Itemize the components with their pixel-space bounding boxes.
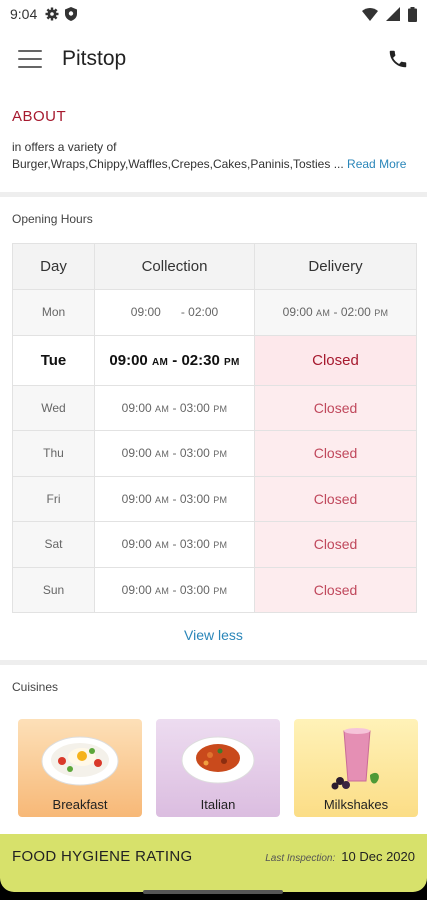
signal-icon [386, 7, 400, 21]
battery-icon [408, 6, 417, 22]
day-cell: Wed [12, 384, 95, 431]
day-cell: Thu [12, 430, 95, 477]
delivery-closed-cell: Closed [254, 566, 417, 613]
table-row: Wed 09:00 AM - 03:00 PM Closed [12, 384, 417, 431]
header-collection: Collection [94, 243, 255, 290]
cuisine-label: Milkshakes [323, 797, 389, 812]
day-cell: Tue [12, 334, 95, 386]
collection-cell: 09:00 AM - 03:00 PM [94, 430, 255, 477]
table-row: Thu 09:00 AM - 03:00 PM Closed [12, 430, 417, 477]
section-divider [0, 192, 427, 197]
header-delivery: Delivery [254, 243, 417, 290]
day-cell: Fri [12, 475, 95, 522]
cuisines-list: Breakfast Italian Milkshakes [18, 719, 418, 817]
about-heading: ABOUT [12, 108, 67, 125]
about-section: ABOUT in offers a variety of Burger,Wrap… [12, 108, 417, 173]
last-inspection-date: 10 Dec 2020 [341, 848, 415, 864]
breakfast-plate-icon [41, 736, 119, 786]
delivery-closed-cell: Closed [254, 384, 417, 431]
page-title: Pitstop [62, 47, 127, 70]
cuisine-label: Italian [200, 797, 236, 812]
cuisines-title: Cuisines [12, 680, 59, 694]
day-cell: Mon [12, 289, 95, 336]
system-nav-bar [0, 878, 427, 900]
food-hygiene-bar[interactable]: FOOD HYGIENE RATING Last Inspection: 10 … [0, 834, 427, 878]
table-row: Fri 09:00 AM - 03:00 PM Closed [12, 475, 417, 522]
delivery-closed-cell: Closed [254, 475, 417, 522]
cuisine-card-milkshakes[interactable]: Milkshakes [294, 719, 418, 817]
delivery-closed-cell: Closed [254, 430, 417, 477]
delivery-cell: 09:00 AM - 02:00 PM [254, 289, 417, 336]
hygiene-title: FOOD HYGIENE RATING [12, 847, 193, 865]
app-bar: Pitstop [0, 28, 427, 90]
wifi-icon [362, 7, 378, 21]
table-row: Sat 09:00 AM - 03:00 PM Closed [12, 521, 417, 568]
phone-icon[interactable] [387, 48, 409, 70]
last-inspection-label: Last Inspection: [265, 852, 336, 864]
home-gesture-pill[interactable] [143, 890, 283, 894]
collection-cell: 09:00 AM - 03:00 PM [94, 521, 255, 568]
collection-cell: 09:00 AM - 03:00 PM [94, 475, 255, 522]
collection-cell: 09:00 AM - 02:30 PM [94, 334, 255, 386]
view-less-link[interactable]: View less [0, 627, 427, 643]
about-line-2: Burger,Wraps,Chippy,Waffles,Crepes,Cakes… [12, 157, 344, 171]
status-time: 9:04 [10, 6, 38, 22]
opening-hours-title: Opening Hours [12, 212, 93, 226]
table-row: Sun 09:00 AM - 03:00 PM Closed [12, 566, 417, 613]
about-description: in offers a variety of Burger,Wraps,Chip… [12, 139, 417, 173]
shield-icon [65, 7, 78, 21]
opening-hours-table: Day Collection Delivery Mon 09:00 - 02:0… [12, 243, 417, 613]
read-more-link[interactable]: Read More [347, 157, 406, 171]
day-cell: Sun [12, 566, 95, 613]
pasta-plate-icon [181, 736, 255, 784]
collection-cell: 09:00 - 02:00 [94, 289, 255, 336]
table-row: Mon 09:00 - 02:00 09:00 AM - 02:00 PM [12, 289, 417, 336]
milkshake-glass-icon [331, 728, 379, 790]
section-divider [0, 660, 427, 665]
day-cell: Sat [12, 521, 95, 568]
collection-cell: 09:00 AM - 03:00 PM [94, 384, 255, 431]
table-header-row: Day Collection Delivery [12, 243, 417, 290]
delivery-closed-cell: Closed [254, 334, 417, 386]
hamburger-menu-icon[interactable] [18, 50, 42, 68]
collection-cell: 09:00 AM - 03:00 PM [94, 566, 255, 613]
cuisine-card-breakfast[interactable]: Breakfast [18, 719, 142, 817]
status-bar: 9:04 [0, 0, 427, 28]
header-day: Day [12, 243, 95, 290]
delivery-closed-cell: Closed [254, 521, 417, 568]
table-row-today: Tue 09:00 AM - 02:30 PM Closed [12, 334, 417, 386]
cuisine-label: Breakfast [52, 797, 108, 812]
gear-icon [45, 7, 59, 21]
cuisine-card-italian[interactable]: Italian [156, 719, 280, 817]
about-line-1: in offers a variety of [12, 140, 117, 154]
